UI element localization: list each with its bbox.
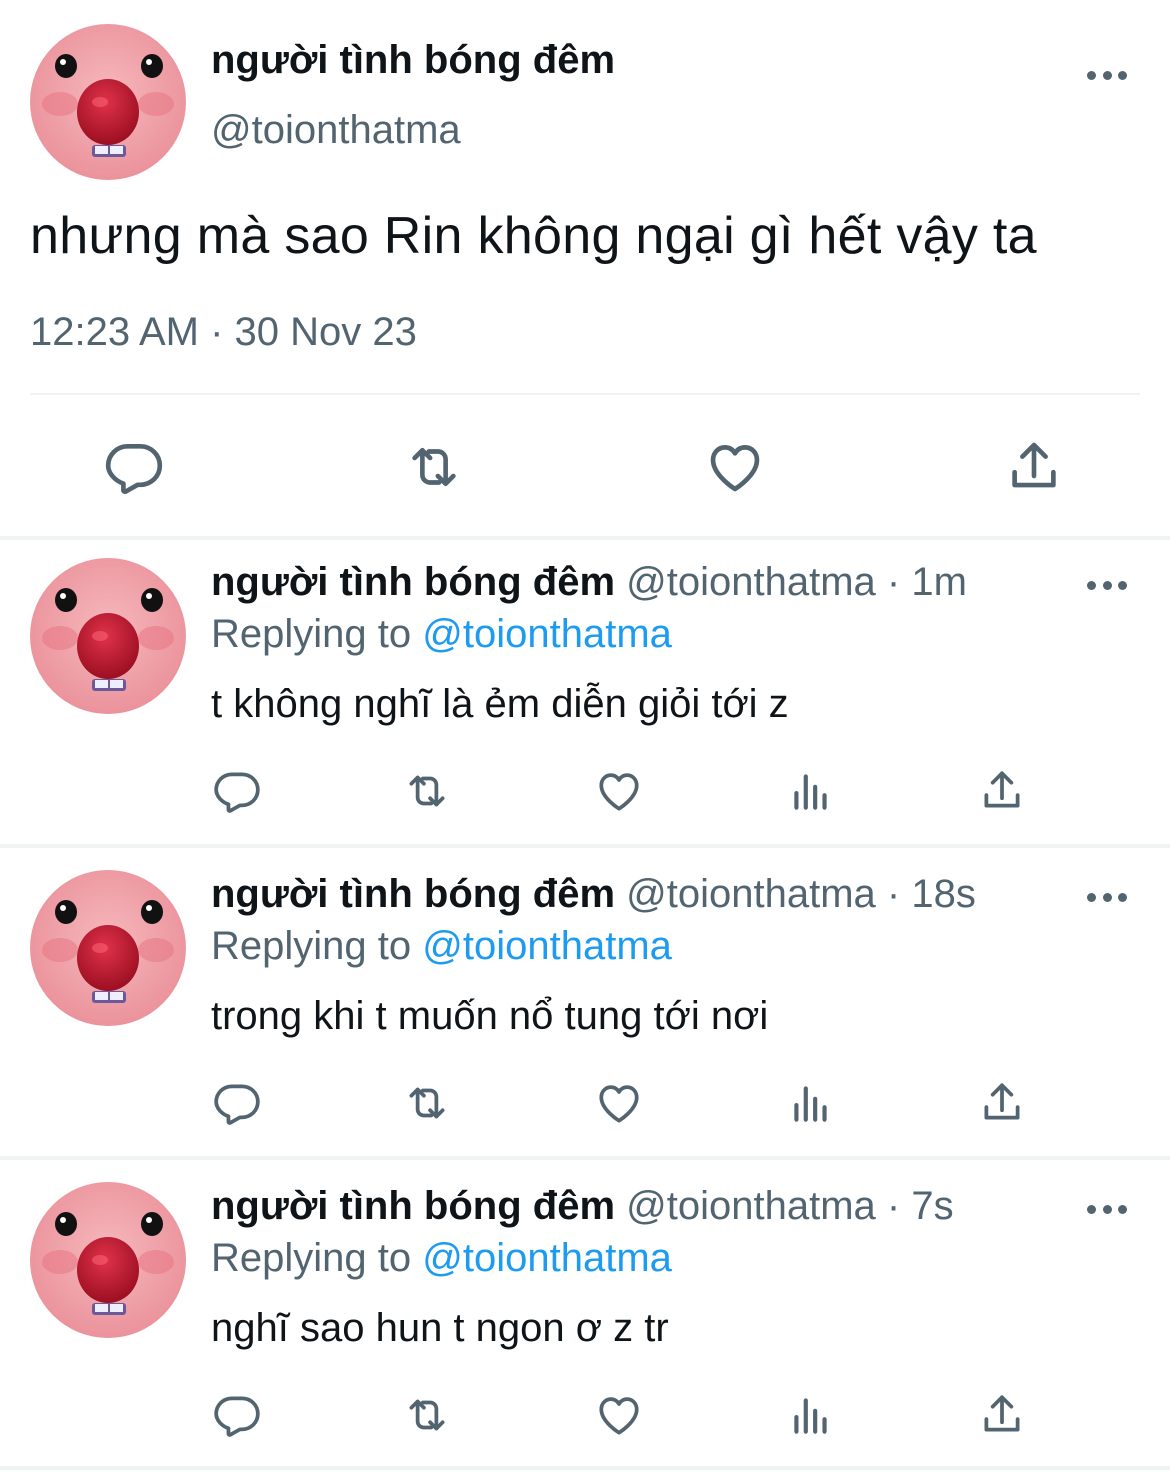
reply-header: người tình bóng đêm @toionthatma · 1m xyxy=(211,560,967,605)
replying-to: Replying to @toionthatma xyxy=(211,924,672,969)
views-icon[interactable] xyxy=(786,1078,836,1128)
separator-dot: · xyxy=(886,872,901,916)
retweet-icon[interactable] xyxy=(402,766,452,816)
replying-prefix: Replying to xyxy=(211,612,412,656)
replying-handle-link[interactable]: @toionthatma xyxy=(422,1236,672,1280)
avatar-image xyxy=(30,558,186,714)
share-icon[interactable] xyxy=(1003,436,1065,498)
separator-dot: · xyxy=(886,560,901,604)
replying-handle-link[interactable]: @toionthatma xyxy=(422,924,672,968)
like-icon[interactable] xyxy=(594,1078,644,1128)
reply-tweet[interactable]: người tình bóng đêm @toionthatma · 18s R… xyxy=(0,852,1170,1160)
avatar-image xyxy=(30,1182,186,1338)
replying-handle-link[interactable]: @toionthatma xyxy=(422,612,672,656)
views-icon[interactable] xyxy=(786,766,836,816)
replying-to: Replying to @toionthatma xyxy=(211,612,672,657)
avatar[interactable] xyxy=(30,24,186,180)
avatar[interactable] xyxy=(30,558,186,714)
display-name[interactable]: người tình bóng đêm xyxy=(211,38,615,83)
like-icon[interactable] xyxy=(594,1390,644,1440)
tweet-text: nhưng mà sao Rin không ngại gì hết vậy t… xyxy=(30,207,1037,265)
replying-to: Replying to @toionthatma xyxy=(211,1236,672,1281)
user-handle[interactable]: @toionthatma xyxy=(626,872,876,916)
display-name[interactable]: người tình bóng đêm xyxy=(211,560,615,604)
avatar[interactable] xyxy=(30,870,186,1026)
share-icon[interactable] xyxy=(977,1390,1027,1440)
display-name[interactable]: người tình bóng đêm xyxy=(211,1184,615,1228)
user-handle[interactable]: @toionthatma xyxy=(211,108,461,153)
replying-prefix: Replying to xyxy=(211,1236,412,1280)
reply-icon[interactable] xyxy=(212,766,262,816)
like-icon[interactable] xyxy=(594,766,644,816)
reply-time[interactable]: 1m xyxy=(911,560,967,604)
retweet-icon[interactable] xyxy=(402,1078,452,1128)
main-tweet: người tình bóng đêm @toionthatma nhưng m… xyxy=(0,0,1170,536)
reply-text: t không nghĩ là ẻm diễn giỏi tới z xyxy=(211,682,789,726)
replying-prefix: Replying to xyxy=(211,924,412,968)
views-icon[interactable] xyxy=(786,1390,836,1440)
like-icon[interactable] xyxy=(704,436,766,498)
reply-text: nghĩ sao hun t ngon ơ z tr xyxy=(211,1306,669,1350)
separator-dot: · xyxy=(886,1184,901,1228)
more-options-icon[interactable] xyxy=(1087,68,1127,82)
avatar-image xyxy=(30,870,186,1026)
section-divider xyxy=(0,844,1170,848)
more-options-icon[interactable] xyxy=(1087,1202,1127,1216)
section-divider xyxy=(0,1466,1170,1470)
more-options-icon[interactable] xyxy=(1087,578,1127,592)
retweet-icon[interactable] xyxy=(403,436,465,498)
reply-tweet[interactable]: người tình bóng đêm @toionthatma · 7s Re… xyxy=(0,1164,1170,1472)
divider xyxy=(30,393,1140,395)
share-icon[interactable] xyxy=(977,766,1027,816)
reply-icon[interactable] xyxy=(212,1078,262,1128)
retweet-icon[interactable] xyxy=(402,1390,452,1440)
reply-header: người tình bóng đêm @toionthatma · 7s xyxy=(211,1184,954,1229)
display-name[interactable]: người tình bóng đêm xyxy=(211,872,615,916)
user-handle[interactable]: @toionthatma xyxy=(626,1184,876,1228)
reply-text: trong khi t muốn nổ tung tới nơi xyxy=(211,994,769,1038)
more-options-icon[interactable] xyxy=(1087,890,1127,904)
tweet-timestamp[interactable]: 12:23 AM · 30 Nov 23 xyxy=(30,310,417,355)
reply-icon[interactable] xyxy=(212,1390,262,1440)
user-handle[interactable]: @toionthatma xyxy=(626,560,876,604)
avatar-image xyxy=(30,24,186,180)
reply-header: người tình bóng đêm @toionthatma · 18s xyxy=(211,872,976,917)
reply-tweet[interactable]: người tình bóng đêm @toionthatma · 1m Re… xyxy=(0,540,1170,848)
reply-time[interactable]: 18s xyxy=(911,872,976,916)
reply-icon[interactable] xyxy=(103,436,165,498)
avatar[interactable] xyxy=(30,1182,186,1338)
section-divider xyxy=(0,1156,1170,1160)
share-icon[interactable] xyxy=(977,1078,1027,1128)
reply-time[interactable]: 7s xyxy=(911,1184,953,1228)
